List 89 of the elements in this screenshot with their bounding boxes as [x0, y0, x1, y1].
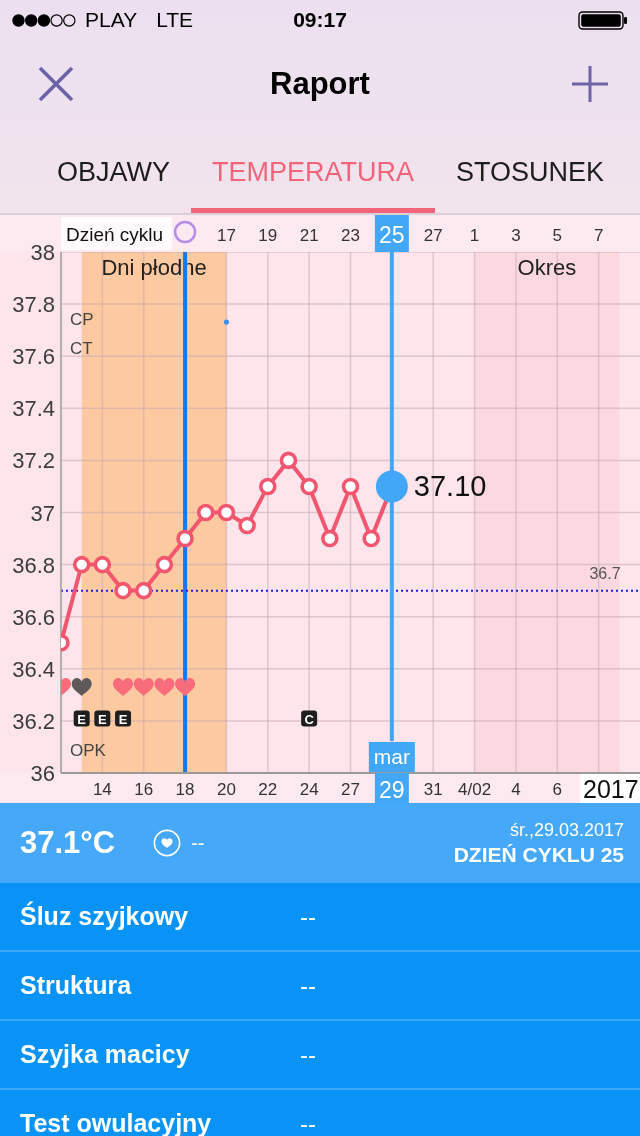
y-axis-label: 36.6 — [12, 604, 55, 630]
cycle-day-label: 23 — [341, 226, 360, 245]
cycle-day-label: 3 — [511, 226, 521, 245]
date-label: 22 — [258, 780, 278, 799]
date-label: 16 — [134, 780, 154, 799]
letter-tag: E — [73, 710, 90, 727]
tab[interactable]: STOSUNEK — [435, 128, 626, 213]
heart-circle-icon — [153, 829, 182, 857]
clock-time: 09:17 — [293, 8, 347, 32]
letter-tag: C — [301, 710, 318, 727]
cycle-day-label: 19 — [258, 226, 278, 245]
date-label: 31 — [423, 780, 443, 799]
screen-title: Raport — [270, 66, 370, 102]
date-label: 24 — [299, 780, 319, 799]
entry-value: -- — [300, 1109, 316, 1136]
y-axis-label: 36 — [30, 761, 55, 786]
y-axis-label: 36.2 — [12, 708, 55, 734]
data-point — [155, 555, 174, 574]
x-axis-title: Dzień cyklu — [66, 224, 164, 245]
selected-point — [375, 470, 408, 503]
data-point — [217, 503, 236, 522]
data-point — [362, 529, 380, 548]
data-point — [196, 503, 215, 522]
data-point — [321, 529, 339, 548]
date-label: 18 — [175, 780, 195, 799]
data-point — [341, 477, 360, 496]
data-point — [93, 555, 112, 574]
y-axis-label: 37.6 — [12, 344, 55, 370]
heart-value: -- — [191, 831, 205, 855]
battery-icon — [578, 10, 628, 30]
y-axis-label: 37.4 — [12, 396, 55, 422]
entry-label[interactable]: Struktura — [0, 971, 300, 1000]
value-label: 37.10 — [413, 470, 487, 503]
signal-icon — [12, 13, 76, 27]
tab[interactable]: OBJAWY — [36, 128, 191, 213]
entry-label[interactable]: Szyjka macicy — [0, 1040, 300, 1069]
y-axis-label: 37.2 — [12, 448, 55, 474]
entry-label[interactable]: Śluz szyjkowy — [0, 902, 300, 931]
y-axis-label: 37.8 — [12, 292, 55, 318]
data-point — [238, 516, 256, 535]
selected-day-tag: 25 — [374, 215, 409, 252]
temperature-reading: 37.1°C — [20, 825, 116, 861]
x-tick-label: 25 — [379, 222, 405, 248]
date-label: 14 — [92, 780, 112, 799]
y-axis-label: 36.4 — [12, 656, 55, 682]
date-label: 4 — [511, 780, 521, 799]
entry-value: -- — [300, 1040, 316, 1069]
cycle-day-label: 5 — [552, 226, 562, 245]
plus-icon — [572, 66, 608, 102]
y-axis-label: 36.8 — [12, 552, 55, 578]
data-point — [72, 555, 91, 574]
ring-icon — [173, 220, 197, 244]
cycle-day-label: 21 — [299, 226, 319, 245]
selected-date-tag: 29 — [374, 773, 409, 803]
data-point — [176, 529, 194, 548]
date-label: 6 — [552, 780, 562, 799]
y-axis-label: 37 — [30, 500, 55, 526]
entry-value: -- — [300, 971, 316, 1000]
data-point — [279, 451, 298, 470]
y-axis-label: 38 — [30, 240, 55, 265]
close-icon — [38, 66, 74, 102]
data-point — [114, 581, 132, 600]
date-label: 20 — [216, 780, 236, 799]
close-button[interactable] — [38, 66, 74, 102]
cycle-day-text: DZIEŃ CYKLU 25 — [453, 842, 624, 867]
data-point — [134, 581, 153, 600]
data-point — [300, 477, 318, 496]
network-type: LTE — [156, 8, 194, 32]
year-label: 2017 — [580, 774, 640, 803]
entry-value: -- — [300, 902, 316, 931]
row-label: CT — [70, 339, 93, 358]
carrier-name: PLAY — [85, 8, 138, 32]
cycle-day-label: 27 — [423, 226, 443, 245]
data-point — [61, 633, 70, 652]
month-tag: mar — [368, 742, 415, 772]
dot-icon — [223, 319, 230, 325]
date-label: 27 — [341, 780, 360, 799]
axis-title: Dzień cyklu — [61, 217, 172, 250]
reference-label: 36.7 — [589, 564, 621, 582]
row-label: CP — [70, 310, 94, 329]
add-button[interactable] — [572, 66, 608, 102]
row-label: OPK — [70, 741, 106, 760]
cycle-day-label: 7 — [593, 226, 604, 245]
cycle-day-label: 1 — [469, 226, 480, 245]
band-label: Okres — [517, 255, 577, 280]
date-label: 4/02 — [458, 780, 492, 799]
cycle-day-label: 17 — [216, 226, 236, 245]
data-point — [259, 477, 277, 496]
date-text: śr.,29.03.2017 — [509, 819, 624, 841]
